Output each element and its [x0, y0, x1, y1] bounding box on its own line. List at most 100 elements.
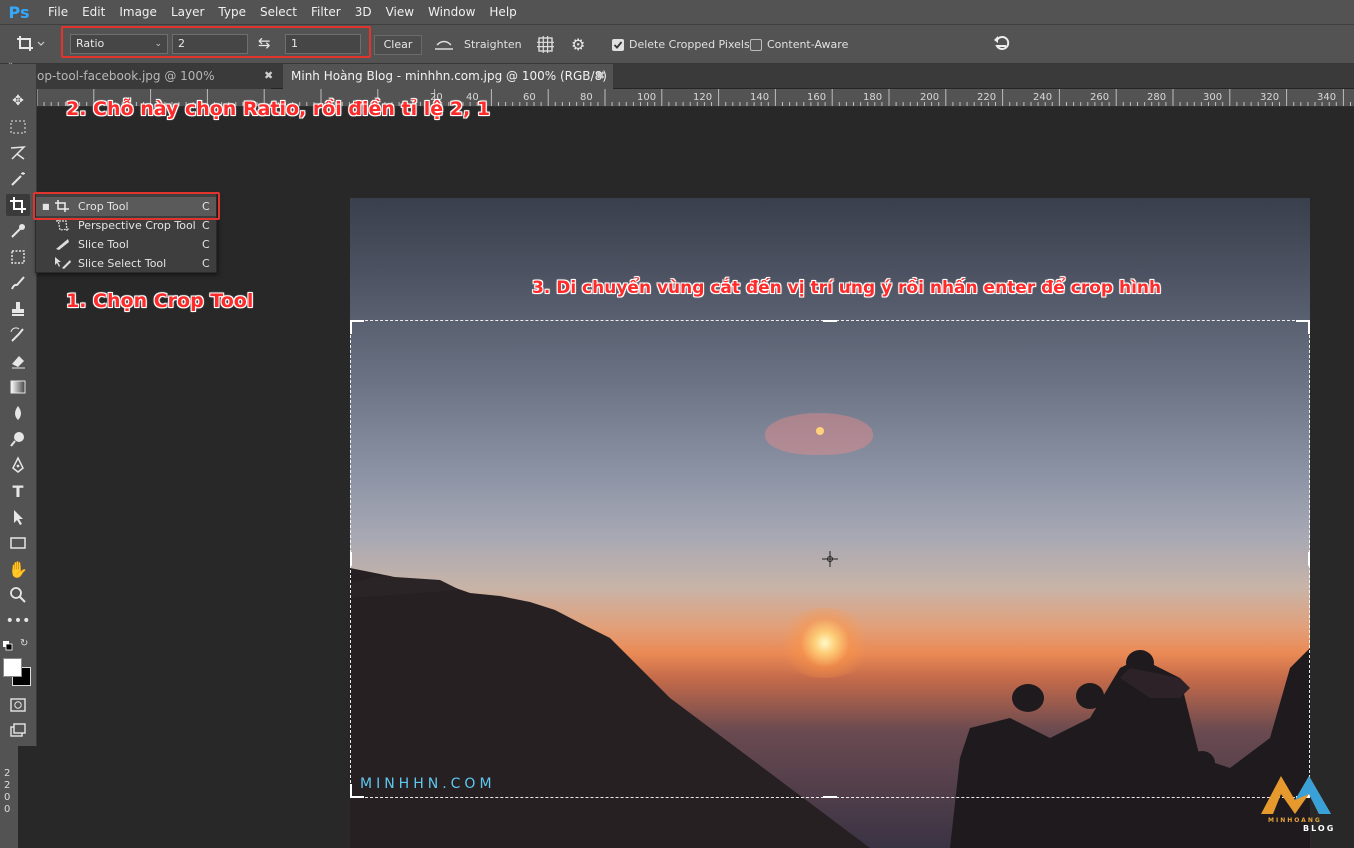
logo-text-blog: BLOG	[1303, 824, 1336, 833]
content-aware-checkbox[interactable]	[750, 39, 762, 51]
content-aware-label[interactable]: Content-Aware	[767, 38, 848, 52]
ruler-tick: 260	[1090, 92, 1110, 103]
ruler-tick: 0	[4, 804, 11, 815]
tools-panel: ✥ T ✋ ••• ↻	[0, 64, 37, 746]
tab-label: Minh Hoàng Blog - minhhn.com.jpg @ 100% …	[291, 69, 607, 83]
straighten-label[interactable]: Straighten	[464, 38, 522, 52]
ruler-tick: 220	[977, 92, 997, 103]
crop-handle-bottom[interactable]	[823, 795, 837, 798]
ruler-vertical: 2 2 0 0	[0, 746, 18, 848]
close-icon[interactable]: ✖	[264, 64, 273, 88]
ratio-highlight-box	[61, 26, 371, 58]
zoom-tool-icon[interactable]	[6, 584, 30, 606]
logo-text-minhoang: MINHOANG	[1268, 817, 1322, 824]
reset-icon[interactable]	[992, 34, 1012, 52]
ruler-tick: 280	[1147, 92, 1167, 103]
photoshop-logo[interactable]: Ps	[4, 3, 34, 22]
rectangle-tool-icon[interactable]	[6, 532, 30, 554]
crop-handle-top-left[interactable]	[350, 320, 364, 334]
crop-handle-top[interactable]	[823, 320, 837, 323]
marquee-tool-icon[interactable]	[6, 116, 30, 138]
crop-handle-right[interactable]	[1307, 552, 1310, 566]
gradient-icon[interactable]	[6, 376, 30, 398]
ruler-tick: 320	[1260, 92, 1280, 103]
crop-tool-preset-icon[interactable]	[16, 35, 46, 53]
ruler-tick: 340	[1317, 92, 1337, 103]
straighten-icon[interactable]	[433, 36, 455, 52]
stamp-icon[interactable]	[6, 298, 30, 320]
menu-edit[interactable]: Edit	[82, 5, 105, 19]
crop-handle-top-right[interactable]	[1296, 320, 1310, 334]
menu-select[interactable]: Select	[260, 5, 297, 19]
ruler-tick: 300	[1203, 92, 1223, 103]
crop-selection-frame[interactable]	[350, 320, 1310, 798]
ruler-tick: 2	[4, 780, 11, 791]
ruler-tick: 2	[4, 768, 11, 779]
tab-document-2[interactable]: Minh Hoàng Blog - minhhn.com.jpg @ 100% …	[283, 64, 613, 89]
path-select-icon[interactable]	[6, 506, 30, 528]
type-tool-icon[interactable]: T	[6, 480, 30, 502]
foreground-color-swatch[interactable]	[3, 658, 22, 677]
minhoang-blog-logo: MINHOANG BLOG	[1255, 770, 1345, 838]
crop-tool-icon[interactable]	[6, 194, 30, 216]
quick-mask-icon[interactable]	[6, 694, 30, 716]
ruler-tick: 60	[523, 92, 536, 103]
crop-handle-left[interactable]	[350, 552, 353, 566]
menu-layer[interactable]: Layer	[171, 5, 204, 19]
ruler-tick: 120	[693, 92, 713, 103]
slice-icon	[54, 237, 74, 253]
delete-cropped-label[interactable]: Delete Cropped Pixels	[629, 38, 750, 52]
ruler-tick: 80	[580, 92, 593, 103]
flyout-shortcut: C	[202, 257, 210, 270]
screen-mode-icon[interactable]	[6, 719, 30, 741]
ruler-tick: 0	[4, 792, 11, 803]
delete-cropped-checkbox[interactable]	[612, 39, 624, 51]
menu-bar: Ps File Edit Image Layer Type Select Fil…	[0, 0, 1354, 24]
watermark-text: MINHHN.COM	[360, 776, 496, 792]
close-icon[interactable]: ✖	[596, 64, 605, 88]
eraser-icon[interactable]	[6, 350, 30, 372]
menu-help[interactable]: Help	[489, 5, 516, 19]
logo-m-mark-icon	[1261, 776, 1331, 814]
blur-icon[interactable]	[6, 402, 30, 424]
swap-colors-icon[interactable]: ↻	[20, 638, 28, 649]
ruler-tick: 200	[920, 92, 940, 103]
default-colors-icon[interactable]	[3, 640, 13, 651]
eyedropper-icon[interactable]	[6, 220, 30, 242]
ruler-tick: 180	[863, 92, 883, 103]
overlay-grid-icon[interactable]	[536, 35, 556, 55]
ruler-tick: 160	[807, 92, 827, 103]
magic-wand-icon[interactable]	[6, 168, 30, 190]
annotation-step-3: 3. Di chuyển vùng cắt đến vị trí ưng ý r…	[532, 278, 1162, 298]
tab-document-1[interactable]: op-tool-facebook.jpg @ 100% (RGB/8#)	[29, 64, 271, 107]
pen-tool-icon[interactable]	[6, 454, 30, 476]
menu-view[interactable]: View	[386, 5, 414, 19]
gear-icon[interactable]: ⚙	[571, 35, 591, 55]
flyout-item-slice-tool[interactable]: Slice Tool C	[36, 235, 216, 254]
flyout-shortcut: C	[202, 238, 210, 251]
more-tools-icon[interactable]: •••	[6, 610, 31, 632]
flyout-label: Slice Select Tool	[78, 257, 167, 270]
crop-tool-highlight-box	[33, 192, 220, 220]
menu-window[interactable]: Window	[428, 5, 475, 19]
move-tool-icon[interactable]: ✥	[6, 90, 30, 112]
hand-tool-icon[interactable]: ✋	[6, 558, 30, 580]
slice-select-icon	[54, 256, 74, 272]
menu-type[interactable]: Type	[218, 5, 246, 19]
document-tab-bar: op-tool-facebook.jpg @ 100% (RGB/8#) ✖ M…	[29, 64, 1354, 107]
clear-button[interactable]: Clear	[374, 35, 422, 55]
annotation-step-2: 2. Chỗ này chọn Ratio, rồi điền tỉ lệ 2,…	[66, 98, 491, 120]
menu-image[interactable]: Image	[119, 5, 157, 19]
dodge-icon[interactable]	[6, 428, 30, 450]
flyout-item-slice-select-tool[interactable]: Slice Select Tool C	[36, 254, 216, 273]
menu-file[interactable]: File	[48, 5, 68, 19]
frame-tool-icon[interactable]	[6, 246, 30, 268]
ruler-tick: 100	[637, 92, 657, 103]
ruler-tick: 140	[750, 92, 770, 103]
perspective-crop-icon	[54, 218, 74, 234]
menu-filter[interactable]: Filter	[311, 5, 341, 19]
lasso-tool-icon[interactable]	[6, 142, 30, 164]
brush-icon[interactable]	[6, 272, 30, 294]
menu-3d[interactable]: 3D	[355, 5, 372, 19]
history-brush-icon[interactable]	[6, 324, 30, 346]
